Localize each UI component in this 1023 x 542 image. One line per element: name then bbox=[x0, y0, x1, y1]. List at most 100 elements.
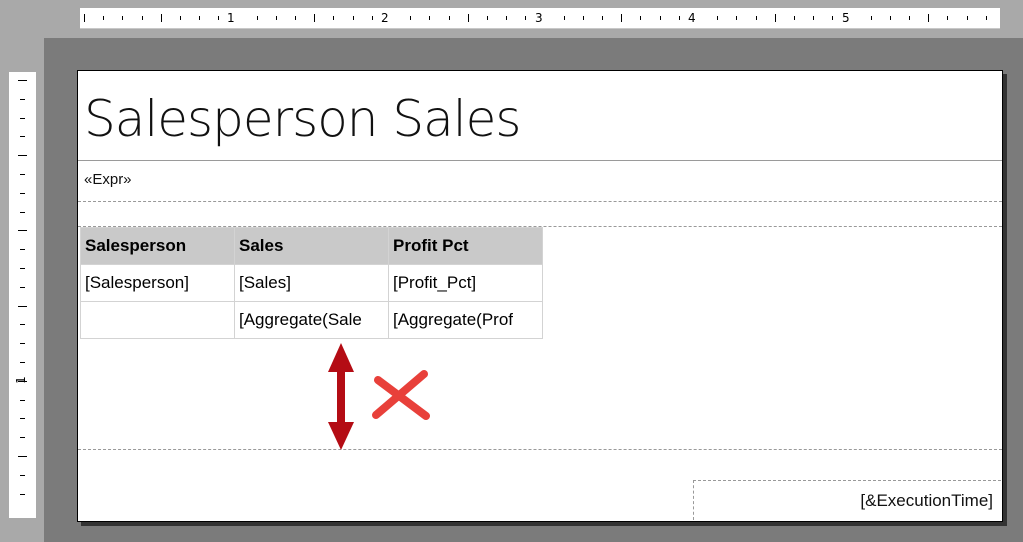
ruler-tick bbox=[20, 268, 25, 269]
ruler-tick bbox=[18, 380, 27, 382]
table-header-row: Salesperson Sales Profit Pct bbox=[80, 227, 543, 265]
ruler-tick bbox=[160, 14, 162, 22]
ruler-tick bbox=[467, 14, 469, 22]
ruler-tick bbox=[717, 16, 719, 20]
total-cell-sales[interactable]: [Aggregate(Sale bbox=[234, 301, 389, 339]
execution-time-expression: [&ExecutionTime] bbox=[860, 491, 993, 510]
ruler-tick bbox=[563, 16, 565, 20]
ruler-tick bbox=[525, 16, 527, 20]
ruler-tick bbox=[256, 16, 258, 20]
ruler-tick bbox=[20, 136, 25, 138]
ruler-tick bbox=[966, 16, 968, 20]
ruler-tick bbox=[18, 305, 27, 307]
ruler-tick bbox=[736, 16, 738, 20]
annotation-overlay bbox=[328, 343, 430, 450]
ruler-tick bbox=[20, 98, 25, 100]
ruler-tick bbox=[141, 16, 143, 20]
ruler-tick bbox=[275, 16, 277, 20]
ruler-tick bbox=[429, 16, 431, 20]
total-cell-salesperson[interactable] bbox=[80, 301, 235, 339]
ruler-tick bbox=[295, 16, 297, 20]
ruler-tick bbox=[985, 16, 987, 20]
ruler-number-4: 4 bbox=[688, 11, 696, 25]
ruler-tick bbox=[18, 456, 27, 457]
footer-execution-time-textbox[interactable]: [&ExecutionTime] bbox=[693, 480, 1001, 520]
table-row: [Salesperson] [Sales] [Profit_Pct] bbox=[80, 264, 543, 302]
ruler-tick bbox=[20, 399, 25, 401]
vertical-ruler: 1 bbox=[9, 72, 36, 518]
ruler-tick bbox=[20, 493, 25, 495]
ruler-tick bbox=[947, 16, 949, 20]
ruler-tick bbox=[20, 362, 25, 363]
ruler-tick bbox=[928, 14, 930, 22]
ruler-tick bbox=[640, 16, 642, 20]
detail-cell-profit-pct[interactable]: [Profit_Pct] bbox=[388, 264, 543, 302]
ruler-tick bbox=[333, 16, 335, 20]
ruler-tick bbox=[20, 192, 25, 194]
ruler-number-1: 1 bbox=[227, 11, 235, 25]
arrow-head-down bbox=[328, 422, 354, 450]
body-bottom-boundary bbox=[78, 449, 1002, 450]
ruler-tick bbox=[755, 16, 757, 20]
ruler-tick bbox=[20, 174, 25, 175]
ruler-tick bbox=[813, 16, 815, 20]
ruler-tick bbox=[793, 16, 795, 20]
ruler-tick bbox=[678, 16, 680, 20]
total-cell-profit-pct[interactable]: [Aggregate(Prof bbox=[388, 301, 543, 339]
ruler-tick bbox=[410, 16, 412, 20]
ruler-tick bbox=[20, 437, 25, 439]
ruler-tick bbox=[20, 117, 25, 119]
ruler-tick bbox=[621, 14, 623, 22]
ruler-tick bbox=[870, 16, 872, 20]
red-x-icon bbox=[372, 370, 430, 420]
horizontal-ruler: 1 2 3 4 5 bbox=[80, 8, 1000, 29]
ruler-tick bbox=[20, 474, 25, 476]
ruler-tick bbox=[774, 14, 776, 22]
ruler-number-3: 3 bbox=[535, 11, 543, 25]
ruler-tick bbox=[352, 16, 354, 20]
table-row: [Aggregate(Sale [Aggregate(Prof bbox=[80, 301, 543, 339]
header-cell-sales[interactable]: Sales bbox=[234, 227, 389, 265]
ruler-tick bbox=[582, 16, 584, 20]
arrow-head-up bbox=[328, 343, 354, 372]
header-separator-line bbox=[78, 160, 1002, 161]
vertical-double-arrow-icon bbox=[328, 343, 354, 450]
ruler-tick bbox=[486, 16, 488, 20]
header-boundary bbox=[78, 201, 1002, 202]
ruler-tick bbox=[659, 16, 661, 20]
ruler-tick bbox=[832, 16, 834, 20]
ruler-tick bbox=[20, 211, 25, 213]
header-cell-salesperson[interactable]: Salesperson bbox=[80, 227, 235, 265]
subtitle-expression-textbox[interactable]: «Expr» bbox=[84, 171, 132, 188]
ruler-tick bbox=[448, 16, 450, 20]
ruler-tick bbox=[18, 155, 27, 157]
ruler-number-2: 2 bbox=[381, 11, 389, 25]
ruler-tick bbox=[218, 16, 220, 20]
ruler-tick bbox=[371, 16, 373, 20]
header-cell-profit-pct[interactable]: Profit Pct bbox=[388, 227, 543, 265]
sales-tablix[interactable]: Salesperson Sales Profit Pct [Salesperso… bbox=[80, 227, 543, 339]
ruler-tick bbox=[20, 343, 25, 345]
ruler-number-5: 5 bbox=[842, 11, 850, 25]
ruler-tick bbox=[506, 16, 508, 20]
ruler-tick bbox=[179, 16, 181, 20]
ruler-tick bbox=[103, 16, 105, 20]
report-title-textbox[interactable]: Salesperson Sales bbox=[84, 87, 521, 151]
ruler-tick bbox=[122, 16, 124, 20]
ruler-tick bbox=[909, 16, 911, 20]
ruler-tick bbox=[889, 16, 891, 20]
ruler-tick bbox=[602, 16, 604, 20]
ruler-tick bbox=[20, 249, 25, 251]
ruler-tick bbox=[199, 16, 201, 20]
ruler-tick bbox=[20, 286, 25, 288]
detail-cell-salesperson[interactable]: [Salesperson] bbox=[80, 264, 235, 302]
ruler-tick bbox=[84, 14, 85, 22]
ruler-tick bbox=[314, 14, 316, 22]
report-page[interactable]: Salesperson Sales «Expr» Salesperson Sal… bbox=[77, 70, 1003, 522]
arrow-shaft bbox=[337, 370, 345, 424]
ruler-tick bbox=[18, 80, 27, 81]
ruler-tick bbox=[18, 230, 27, 232]
ruler-tick bbox=[20, 418, 25, 420]
ruler-tick bbox=[20, 324, 25, 326]
detail-cell-sales[interactable]: [Sales] bbox=[234, 264, 389, 302]
